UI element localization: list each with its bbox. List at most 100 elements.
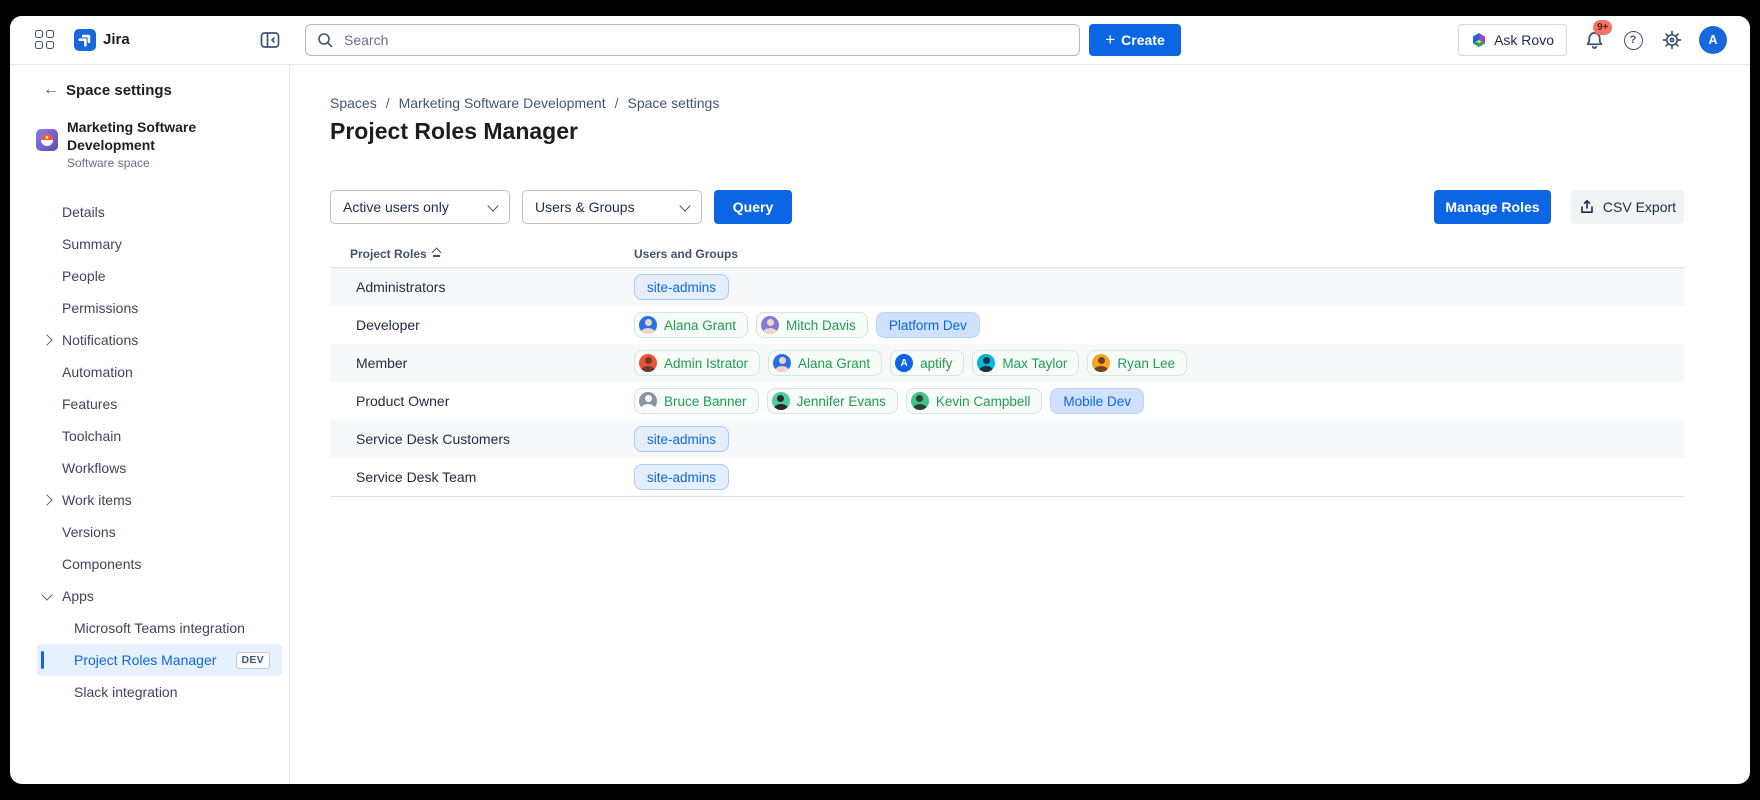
settings-gear-icon[interactable] [1660,28,1684,52]
sidebar-item-label: Summary [62,236,122,252]
column-header-project-roles[interactable]: Project Roles [330,247,626,261]
members-cell: site-admins [626,274,730,300]
user-filter-select[interactable]: Active users only [330,190,510,224]
breadcrumb-item-spaces[interactable]: Spaces [330,95,377,111]
pill-label: Alana Grant [664,317,737,333]
user-pill-aptify[interactable]: Aaptify [890,350,965,376]
member-avatar [639,392,657,410]
user-pill-max-taylor[interactable]: Max Taylor [972,350,1080,376]
notification-badge: 9+ [1593,20,1613,35]
role-name: Product Owner [356,393,450,409]
sidebar-item-details[interactable]: Details [10,196,289,228]
role-name: Service Desk Customers [356,431,511,447]
member-avatar [639,316,657,334]
user-pill-mitch-davis[interactable]: Mitch Davis [756,312,868,338]
roles-table: Project Roles Users and Groups Administr… [330,241,1684,497]
sidebar-item-microsoft-teams-integration[interactable]: Microsoft Teams integration [10,612,289,644]
column-header-users-groups: Users and Groups [634,247,739,261]
create-button[interactable]: + Create [1089,24,1181,56]
user-avatar[interactable]: A [1699,26,1727,54]
user-pill-alana-grant[interactable]: Alana Grant [634,312,749,338]
sidebar-item-project-roles-manager[interactable]: Project Roles Manager DEV [37,644,282,676]
sidebar-item-work-items[interactable]: Work items [10,484,289,516]
role-name: Member [356,355,408,371]
topbar-right-cluster: Ask Rovo 9+ ? A [1458,20,1727,56]
rovo-icon [1471,32,1487,48]
ask-rovo-button[interactable]: Ask Rovo [1458,24,1567,56]
user-pill-ryan-lee[interactable]: Ryan Lee [1087,350,1188,376]
back-to-project-button[interactable]: ← Space settings [10,80,289,100]
user-pill-jennifer-evans[interactable]: Jennifer Evans [766,388,898,414]
space-avatar-icon [36,129,58,151]
collapse-sidebar-icon[interactable] [260,30,280,50]
members-cell: site-admins [626,464,730,490]
sort-ascending-icon [431,247,442,258]
member-avatar: A [895,354,914,372]
group-pill-site-admins[interactable]: site-admins [634,274,730,300]
manage-roles-button[interactable]: Manage Roles [1434,190,1551,224]
sidebar-item-people[interactable]: People [10,260,289,292]
role-name: Developer [356,317,420,333]
role-name: Service Desk Team [356,469,477,485]
sidebar-item-versions[interactable]: Versions [10,516,289,548]
plus-icon: + [1105,30,1116,49]
breadcrumb-separator: / [614,95,619,111]
toolbar: Active users only Users & Groups Query M… [330,190,1684,224]
top-navigation-bar: Jira + Create Ask Rovo [10,16,1750,65]
query-button[interactable]: Query [714,190,792,224]
group-pill-mobile-dev[interactable]: Mobile Dev [1050,388,1144,414]
sidebar-item-summary[interactable]: Summary [10,228,289,260]
user-pill-alana-grant[interactable]: Alana Grant [768,350,883,376]
pill-label: site-admins [647,469,717,485]
pill-label: Max Taylor [1002,355,1068,371]
table-row-member: Member Admin Istrator Alana Grant Aaptify Ma… [330,344,1684,382]
sidebar-item-slack-integration[interactable]: Slack integration [10,676,289,708]
member-avatar [773,354,792,372]
chevron-down-icon [679,199,691,212]
sidebar-item-label: Workflows [62,460,127,476]
type-filter-select[interactable]: Users & Groups [522,190,702,224]
breadcrumb-item-space-settings[interactable]: Space settings [627,95,719,111]
chevron-down-icon[interactable] [41,588,53,601]
sidebar-item-toolchain[interactable]: Toolchain [10,420,289,452]
pill-label: site-admins [647,279,717,295]
sidebar-item-label: Components [62,556,142,572]
group-pill-platform-dev[interactable]: Platform Dev [875,312,980,338]
screen-background: Jira + Create Ask Rovo [0,0,1760,800]
members-cell: Admin Istrator Alana Grant Aaptify Max Tayl… [626,350,1188,376]
app-switcher-icon[interactable] [35,30,55,50]
sidebar-item-label: Details [62,204,105,220]
member-avatar [639,354,657,372]
user-pill-kevin-campbell[interactable]: Kevin Campbell [905,388,1043,414]
group-pill-site-admins[interactable]: site-admins [634,464,730,490]
pill-label: Platform Dev [888,317,967,333]
members-cell: Bruce Banner Jennifer Evans Kevin Campbell… [626,388,1144,414]
sidebar: ← Space settings Marketing Software Deve… [10,65,290,784]
sidebar-item-label: Work items [62,492,132,508]
sidebar-item-permissions[interactable]: Permissions [10,292,289,324]
notifications-bell-icon[interactable]: 9+ [1582,20,1613,52]
search-input[interactable] [342,31,1069,49]
sidebar-item-automation[interactable]: Automation [10,356,289,388]
sidebar-item-label: Project Roles Manager [74,652,217,668]
space-type: Software space [67,156,150,170]
sidebar-item-components[interactable]: Components [10,548,289,580]
help-icon[interactable]: ? [1621,28,1645,52]
sidebar-item-notifications[interactable]: Notifications [10,324,289,356]
pill-label: Bruce Banner [664,393,747,409]
role-name: Administrators [356,279,446,295]
chevron-right-icon[interactable] [41,334,53,346]
user-pill-bruce-banner[interactable]: Bruce Banner [634,388,759,414]
sidebar-item-features[interactable]: Features [10,388,289,420]
breadcrumb-item-marketing-software-development[interactable]: Marketing Software Development [399,95,606,111]
member-avatar [910,392,929,410]
sidebar-item-workflows[interactable]: Workflows [10,452,289,484]
sidebar-item-apps[interactable]: Apps [10,580,289,612]
table-row-service-desk-team: Service Desk Team site-admins [330,458,1684,496]
group-pill-site-admins[interactable]: site-admins [634,426,730,452]
user-pill-admin-istrator[interactable]: Admin Istrator [634,350,761,376]
pill-label: aptify [920,355,953,371]
pill-label: Mitch Davis [786,317,856,333]
csv-export-button[interactable]: CSV Export [1571,190,1684,224]
chevron-right-icon[interactable] [41,494,53,506]
